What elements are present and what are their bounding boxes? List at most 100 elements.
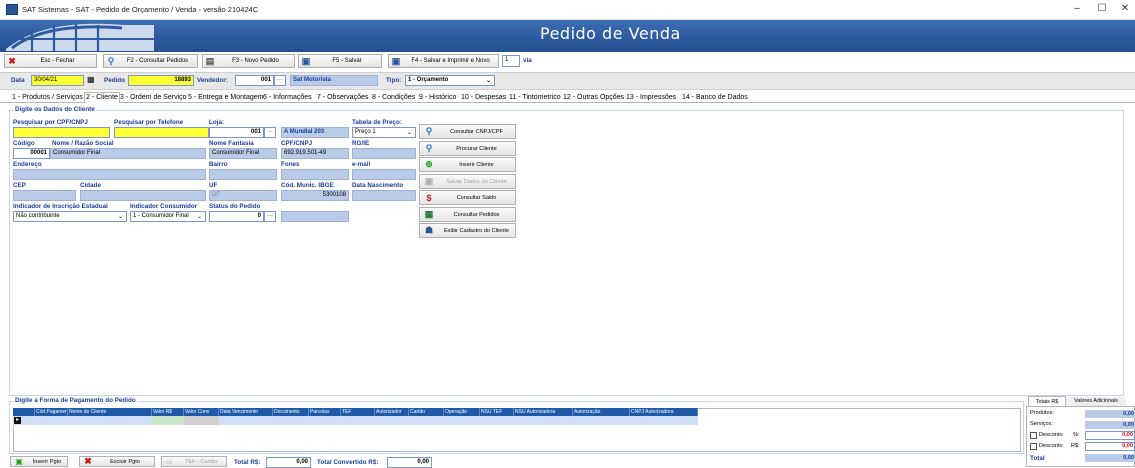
price-table-select[interactable]: Preço 1 ⌄: [352, 127, 416, 138]
column-header[interactable]: Parcelas: [309, 408, 341, 416]
column-header[interactable]: NSU TEF: [480, 408, 514, 416]
order-number-field[interactable]: 18893: [128, 75, 194, 86]
chevron-down-icon: ⌄: [117, 214, 123, 220]
minimize-button[interactable]: –: [1070, 3, 1084, 14]
rg-label: RG/IE: [352, 140, 370, 147]
column-header[interactable]: Valor Conv: [184, 408, 219, 416]
seller-label: Vendedor:: [197, 77, 228, 84]
orders-icon: ▦: [424, 209, 434, 219]
district-field[interactable]: [209, 169, 277, 180]
tef-card-button[interactable]: ▭ TEF - Cartão: [161, 456, 227, 467]
tab-3[interactable]: 3 - Ordem de Serviço: [119, 93, 188, 103]
via-label: via: [523, 57, 532, 64]
new-order-button[interactable]: ▤ F3 - Novo Pedido: [202, 54, 295, 68]
discount-pct-field[interactable]: 0,00: [1085, 431, 1135, 440]
column-header[interactable]: Nome do Cliente: [68, 408, 152, 416]
save-print-new-button[interactable]: ▣ F4 - Salvar e Imprimir e Novo: [388, 54, 499, 68]
ie-indicator-label: Indicador de Inscrição Estadual: [13, 203, 108, 210]
email-field[interactable]: [352, 169, 416, 180]
cpf-label: CPF/CNPJ: [281, 140, 313, 147]
type-label: Tipo:: [386, 77, 402, 84]
column-header[interactable]: NSU Autorizadora: [514, 408, 573, 416]
column-header[interactable]: Valor R$: [152, 408, 184, 416]
tab-12[interactable]: 13 - Impressões: [625, 93, 677, 103]
calendar-icon[interactable]: ▦: [87, 75, 95, 84]
tab-8[interactable]: 9 - Histórico: [418, 93, 457, 103]
value-cell[interactable]: [152, 416, 184, 425]
city-label: Cidade: [80, 182, 101, 189]
consult-balance-button[interactable]: $ Consultar Saldo: [419, 190, 516, 205]
tab-totals[interactable]: Totais R$: [1028, 396, 1066, 406]
seller-code-field[interactable]: 001: [235, 75, 274, 86]
store-code-field[interactable]: 001: [209, 127, 264, 138]
search-cpf-input[interactable]: [13, 127, 110, 138]
trade-name-field[interactable]: Consumidor Final: [209, 148, 277, 159]
status-lookup-button[interactable]: ···: [264, 211, 276, 222]
phones-field[interactable]: [281, 169, 349, 180]
column-header[interactable]: Data Vencimento: [219, 408, 273, 416]
store-lookup-button[interactable]: ···: [264, 127, 276, 138]
ibge-field[interactable]: 5300108: [281, 190, 349, 201]
column-header[interactable]: Documento: [273, 408, 309, 416]
tab-5[interactable]: 6 - Informações: [262, 93, 313, 103]
uf-label: UF: [209, 182, 218, 189]
tab-4[interactable]: 5 - Entrega e Montagem: [187, 93, 265, 103]
city-field[interactable]: [80, 190, 206, 201]
column-header[interactable]: TEF: [341, 408, 375, 416]
insert-client-button[interactable]: ⊕ Inserir Cliente: [419, 157, 516, 172]
column-header[interactable]: CNPJ Autorizadora: [630, 408, 698, 416]
order-label: Pedido: [104, 77, 125, 84]
date-field[interactable]: 30/04/21: [31, 75, 84, 86]
tab-11[interactable]: 12 - Outras Opções: [562, 93, 625, 103]
consult-orders-side-button[interactable]: ▦ Consultar Pedidos: [419, 207, 516, 222]
column-header[interactable]: Cód Pagamento: [35, 408, 68, 416]
column-header[interactable]: Autorização: [573, 408, 630, 416]
cpf-field[interactable]: 692.919.501-49: [281, 148, 349, 159]
ie-indicator-select[interactable]: Não contribuinte ⌄: [13, 211, 127, 222]
column-header[interactable]: Cartão: [409, 408, 444, 416]
client-code-field[interactable]: 00001: [13, 148, 50, 159]
uf-select[interactable]: DF: [209, 190, 277, 201]
maximize-button[interactable]: ☐: [1095, 3, 1109, 14]
client-name-field[interactable]: Consumidor Final: [50, 148, 206, 159]
products-value: 0,00: [1085, 410, 1135, 418]
discount-pct-checkbox[interactable]: [1030, 432, 1037, 439]
consumer-indicator-select[interactable]: 1 - Consumidor Final ⌄: [130, 211, 206, 222]
show-client-record-button[interactable]: ☗ Exibir Cadastro do Cliente: [419, 223, 516, 238]
tab-9[interactable]: 10 - Despesas: [460, 93, 507, 103]
table-row[interactable]: [13, 416, 698, 425]
search-phone-input[interactable]: [114, 127, 209, 138]
rg-field[interactable]: [352, 148, 416, 159]
save-client-button[interactable]: ▣ Salvar Dados do Cliente: [419, 174, 516, 189]
copies-stepper[interactable]: 1: [502, 55, 520, 67]
find-client-button[interactable]: ⚲ Procurar Cliente: [419, 141, 516, 156]
column-header[interactable]: Operação: [444, 408, 480, 416]
save-button[interactable]: ▣ F5 - Salvar: [298, 54, 382, 68]
tab-2[interactable]: 2 - Cliente: [84, 92, 120, 103]
value-conv-cell[interactable]: [184, 416, 219, 425]
consult-orders-button[interactable]: ⚲ F2 - Consultar Pedidos: [103, 54, 198, 68]
discount-rs-field[interactable]: 0,00: [1085, 442, 1135, 451]
consult-cnpj-button[interactable]: ⚲ Consultar CNPJ/CPF: [419, 124, 516, 139]
delete-payment-button[interactable]: ✖ Excluir Pgto: [79, 456, 155, 467]
address-field[interactable]: [13, 169, 206, 180]
insert-payment-button[interactable]: ▣ Inserir Pgto: [10, 456, 68, 467]
tab-10[interactable]: 11 - Tintometrico: [508, 93, 562, 103]
birthdate-field[interactable]: [352, 190, 416, 201]
discount-rs-checkbox[interactable]: [1030, 443, 1037, 450]
close-icon: ✖: [84, 456, 92, 466]
status-field[interactable]: 0: [209, 211, 264, 222]
cep-field[interactable]: [13, 190, 76, 201]
type-select[interactable]: 1 - Orçamento ⌄: [405, 75, 495, 86]
tab-1[interactable]: 1 - Produtos / Serviços: [11, 93, 84, 103]
floppy-icon: ▣: [301, 55, 311, 66]
tab-6[interactable]: 7 - Observações: [316, 93, 369, 103]
tab-7[interactable]: 8 - Condições: [371, 93, 416, 103]
esc-close-button[interactable]: ✖ Esc - Fechar: [4, 54, 97, 68]
tab-additional-values[interactable]: Valores Adicionais: [1066, 397, 1126, 406]
seller-lookup-button[interactable]: ···: [274, 75, 286, 86]
column-header[interactable]: Autorizador: [375, 408, 409, 416]
tab-13[interactable]: 14 - Banco de Dados: [681, 93, 749, 103]
document-icon: ▤: [205, 55, 215, 66]
close-window-button[interactable]: ✕: [1118, 3, 1132, 14]
